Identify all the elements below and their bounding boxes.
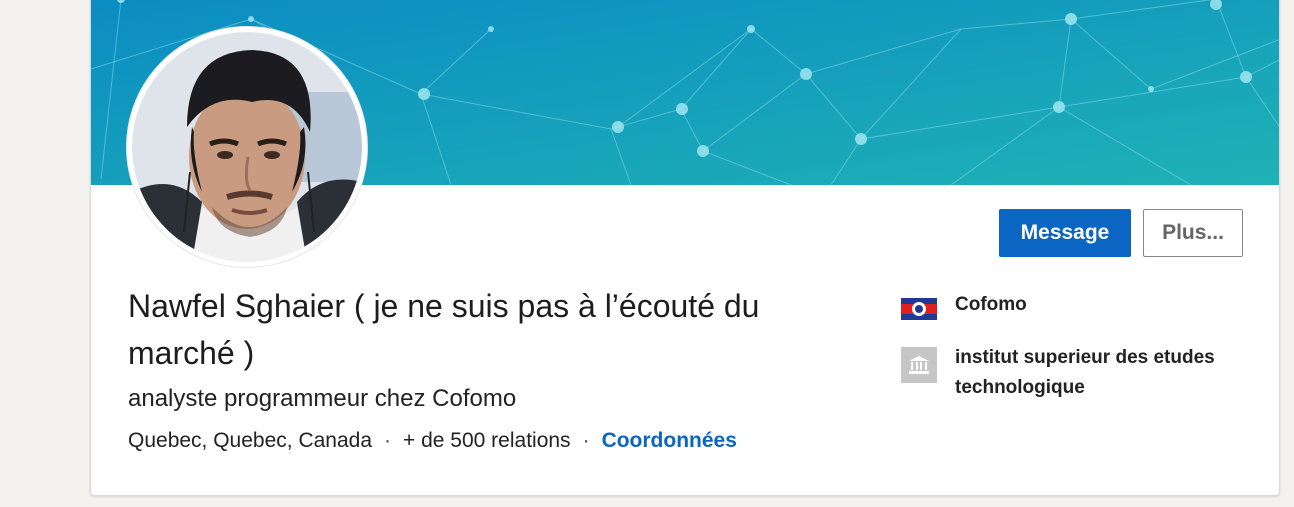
profile-location: Quebec, Quebec, Canada [128, 429, 373, 452]
school-building-icon [901, 347, 937, 383]
message-button[interactable]: Message [999, 209, 1131, 257]
education-school[interactable]: institut superieur des etudes technologi… [901, 343, 1261, 403]
profile-actions: Message Plus... [999, 209, 1243, 257]
profile-card: Message Plus... Nawfel Sghaier ( je ne s… [90, 0, 1280, 496]
profile-aside: Cofomo institut superieur des etudes tec… [901, 291, 1261, 419]
contact-info-link[interactable]: Coordonnées [602, 429, 737, 453]
profile-name: Nawfel Sghaier ( je ne suis pas à l’écou… [128, 288, 760, 371]
separator-dot: · [384, 429, 392, 452]
school-name: institut superieur des etudes technologi… [955, 347, 1215, 398]
separator-dot: · [582, 429, 590, 452]
more-button[interactable]: Plus... [1143, 209, 1243, 257]
profile-headline: analyste programmeur chez Cofomo [128, 385, 517, 412]
current-company[interactable]: Cofomo [901, 291, 1261, 327]
connections-count[interactable]: + de 500 relations [403, 429, 571, 453]
profile-photo[interactable] [127, 27, 367, 267]
company-name: Cofomo [955, 294, 1027, 315]
profile-meta: Quebec, Quebec, Canada · + de 500 relati… [128, 429, 737, 453]
cofomo-logo-icon [901, 291, 937, 327]
